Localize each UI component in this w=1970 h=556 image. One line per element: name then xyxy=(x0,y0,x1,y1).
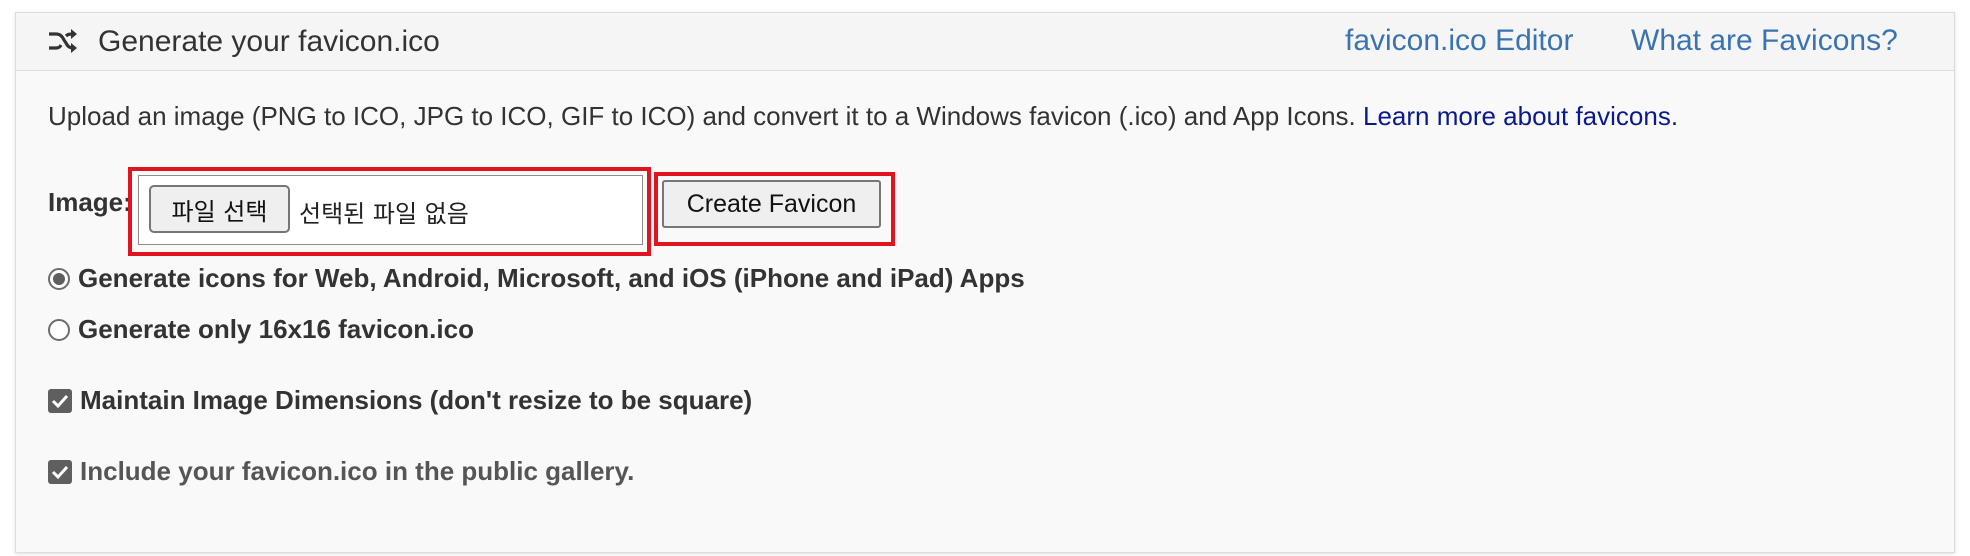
panel-header: Generate your favicon.ico favicon.ico Ed… xyxy=(16,13,1954,71)
what-are-favicons-link[interactable]: What are Favicons? xyxy=(1631,23,1898,59)
create-favicon-button[interactable]: Create Favicon xyxy=(662,180,881,228)
option-all-icons[interactable]: Generate icons for Web, Android, Microso… xyxy=(48,263,1025,294)
option-public-gallery-label: Include your favicon.ico in the public g… xyxy=(80,456,635,486)
learn-more-link[interactable]: Learn more about favicons. xyxy=(1363,101,1678,131)
check-icon xyxy=(51,465,69,479)
radio-all-icons[interactable] xyxy=(48,267,70,290)
file-input[interactable]: 파일 선택 선택된 파일 없음 xyxy=(138,175,643,245)
option-16x16-only[interactable]: Generate only 16x16 favicon.ico xyxy=(48,314,474,345)
intro-description: Upload an image (PNG to ICO, JPG to ICO,… xyxy=(48,101,1363,131)
checkbox-public-gallery[interactable] xyxy=(48,459,72,484)
file-status-text: 선택된 파일 없음 xyxy=(299,200,469,228)
page-title: Generate your favicon.ico xyxy=(98,25,440,58)
favicon-editor-link[interactable]: favicon.ico Editor xyxy=(1345,23,1573,59)
shuffle-icon xyxy=(49,29,77,53)
checkbox-maintain-dimensions[interactable] xyxy=(48,388,72,413)
option-maintain-dimensions-label: Maintain Image Dimensions (don't resize … xyxy=(80,385,753,415)
option-maintain-dimensions[interactable]: Maintain Image Dimensions (don't resize … xyxy=(48,385,752,416)
option-public-gallery[interactable]: Include your favicon.ico in the public g… xyxy=(48,456,634,487)
radio-16x16-only[interactable] xyxy=(48,318,70,341)
option-16x16-label: Generate only 16x16 favicon.ico xyxy=(78,314,474,344)
check-icon xyxy=(51,394,69,408)
favicon-generator-panel: Generate your favicon.ico favicon.ico Ed… xyxy=(15,12,1955,553)
intro-text: Upload an image (PNG to ICO, JPG to ICO,… xyxy=(48,101,1678,132)
choose-file-button[interactable]: 파일 선택 xyxy=(149,185,290,233)
option-all-icons-label: Generate icons for Web, Android, Microso… xyxy=(78,263,1025,293)
image-label: Image: xyxy=(48,187,132,217)
